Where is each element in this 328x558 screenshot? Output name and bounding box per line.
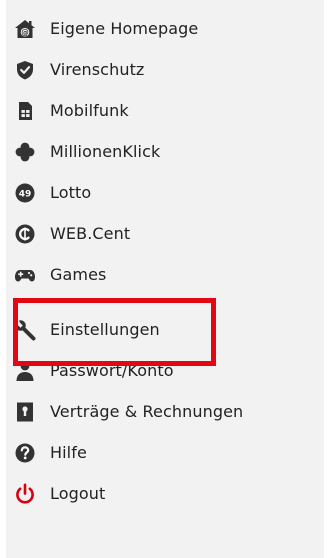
menu-item-virenschutz[interactable]: Virenschutz [14,49,243,90]
sim-card-icon [14,100,36,122]
side-menu: @ Eigene Homepage Virenschutz Mobilfunk [14,8,243,514]
menu-item-label: Hilfe [50,443,87,462]
lotto-ball-number: 49 [19,189,32,199]
gamepad-icon [14,264,36,286]
menu-item-label: Lotto [50,183,92,202]
wrench-icon [14,318,36,341]
menu-item-label: Virenschutz [50,60,145,79]
menu-item-lotto[interactable]: 49 Lotto [14,172,243,213]
menu-item-label: Logout [50,484,106,503]
user-icon [14,360,36,382]
menu-item-mobilfunk[interactable]: Mobilfunk [14,90,243,131]
menu-item-hilfe[interactable]: Hilfe [14,432,243,473]
menu-item-label: WEB.Cent [50,224,131,243]
menu-item-webcent[interactable]: WEB.Cent [14,213,243,254]
contract-lock-icon [14,401,36,423]
menu-item-label: Mobilfunk [50,101,129,120]
menu-item-label: Einstellungen [50,320,160,339]
svg-text:@: @ [21,27,29,36]
menu-item-millionenklick[interactable]: MillionenKlick [14,131,243,172]
menu-item-label: MillionenKlick [50,142,161,161]
menu-item-games[interactable]: Games [14,254,243,295]
clover-icon [14,141,36,163]
power-icon [14,482,36,505]
menu-item-passwort-konto[interactable]: Passwort/Konto [14,350,243,391]
lotto-ball-icon: 49 [14,182,36,204]
menu-item-label: Verträge & Rechnungen [50,402,244,421]
webcent-coin-icon [14,223,36,245]
menu-item-label: Passwort/Konto [50,361,174,380]
menu-item-eigene-homepage[interactable]: @ Eigene Homepage [14,8,243,49]
homepage-icon: @ [14,18,36,40]
menu-item-einstellungen[interactable]: Einstellungen [14,309,243,350]
menu-item-vertraege-rechnungen[interactable]: Verträge & Rechnungen [14,391,243,432]
shield-icon [14,59,36,81]
help-icon [14,442,36,464]
menu-item-label: Games [50,265,107,284]
menu-item-label: Eigene Homepage [50,19,199,38]
menu-item-logout[interactable]: Logout [14,473,243,514]
